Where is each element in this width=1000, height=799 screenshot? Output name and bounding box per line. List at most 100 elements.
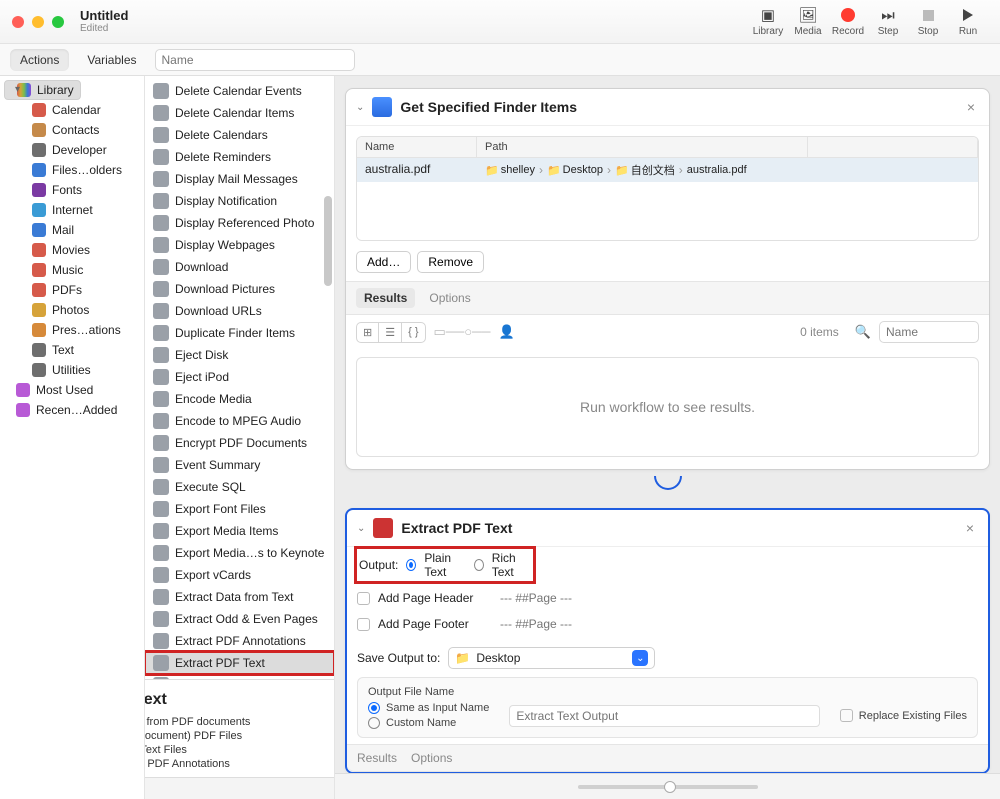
col-name[interactable]: Name [357,137,477,157]
sidebar-item-files-olders[interactable]: Files…olders [0,160,144,180]
action-item[interactable]: Event Summary [145,454,334,476]
zoom-icon[interactable] [52,16,64,28]
view-mode-segmented[interactable]: ⊞☰{ } [356,322,426,343]
sidebar-item-calendar[interactable]: Calendar [0,100,144,120]
tab-results[interactable]: Results [357,751,397,765]
table-row[interactable]: australia.pdf 📁 shelley › 📁 Desktop › 📁 … [357,158,978,182]
action-item[interactable]: Delete Calendar Events [145,80,334,102]
radio-same-as-input-name[interactable] [368,702,380,714]
step-toolbar-button[interactable]: ⏭Step [868,6,908,37]
checkbox-add-page-footer[interactable] [357,618,370,631]
close-icon[interactable] [12,16,24,28]
footer-template-input[interactable] [496,615,978,633]
action-item[interactable]: Eject iPod [145,366,334,388]
breadcrumb-segment[interactable]: 📁 自创文档 [615,162,675,178]
action-item[interactable]: Display Notification [145,190,334,212]
breadcrumb-segment[interactable]: 📁 shelley [485,164,535,177]
tab-options[interactable]: Options [429,291,470,305]
action-item[interactable]: Delete Reminders [145,146,334,168]
sidebar-item-most-used[interactable]: Most Used [0,380,144,400]
items-count: 0 items [800,325,839,339]
sidebar-item-photos[interactable]: Photos [0,300,144,320]
user-icon[interactable]: 👤 [498,324,514,340]
sidebar-item-pdfs[interactable]: PDFs [0,280,144,300]
sidebar-header-library[interactable]: Library [4,80,81,100]
action-icon [153,193,169,209]
header-template-input[interactable] [496,589,978,607]
sidebar-item-developer[interactable]: Developer [0,140,144,160]
action-item[interactable]: Encode to MPEG Audio [145,410,334,432]
action-item[interactable]: Display Mail Messages [145,168,334,190]
action-item[interactable]: Export Media Items [145,520,334,542]
action-item[interactable]: Duplicate Finder Items [145,322,334,344]
sidebar-item-music[interactable]: Music [0,260,144,280]
record-toolbar-button[interactable]: Record [828,6,868,37]
tab-variables[interactable]: Variables [77,49,146,71]
checkbox-replace-existing[interactable] [840,709,853,722]
tab-actions[interactable]: Actions [10,49,69,71]
action-item[interactable]: Encode Media [145,388,334,410]
action-icon [153,149,169,165]
radio-rich-text[interactable] [474,559,484,571]
action-icon [153,611,169,627]
save-location-select[interactable]: 📁 Desktop ⌄ [448,647,655,669]
action-item[interactable]: Export vCards [145,564,334,586]
close-icon[interactable]: × [962,520,978,536]
action-item[interactable]: Execute SQL [145,476,334,498]
col-path[interactable]: Path [477,137,808,157]
action-item[interactable]: Download [145,256,334,278]
items-table: Name Path australia.pdf 📁 shelley › 📁 De… [356,136,979,241]
window-title: Untitled [80,9,128,23]
action-item[interactable]: Display Webpages [145,234,334,256]
sidebar-item-utilities[interactable]: Utilities [0,360,144,380]
breadcrumb-segment[interactable]: 📁 Desktop [547,164,603,177]
title-bar: Untitled Edited ▣Library 🖼Media Record ⏭… [0,0,1000,44]
slider-icon[interactable]: ▭──○── [434,324,491,340]
run-toolbar-button[interactable]: Run [948,6,988,37]
minimize-icon[interactable] [32,16,44,28]
sidebar-item-internet[interactable]: Internet [0,200,144,220]
radio-custom-name[interactable] [368,717,380,729]
tab-options[interactable]: Options [411,751,452,765]
sidebar-item-movies[interactable]: Movies [0,240,144,260]
category-icon [32,163,46,177]
add-button[interactable]: Add… [356,251,411,273]
action-item[interactable]: Extract Odd & Even Pages [145,608,334,630]
action-item[interactable]: Extract PDF Annotations [145,630,334,652]
action-item[interactable]: Export Media…s to Keynote [145,542,334,564]
custom-name-input[interactable] [509,705,819,727]
sidebar-item-pres-ations[interactable]: Pres…ations [0,320,144,340]
sidebar-item-mail[interactable]: Mail [0,220,144,240]
stop-toolbar-button[interactable]: Stop [908,6,948,37]
category-icon [32,303,46,317]
action-item[interactable]: Extract Data from Text [145,586,334,608]
search-input[interactable] [155,49,355,71]
radio-plain-text[interactable] [406,559,416,571]
sidebar-item-text[interactable]: Text [0,340,144,360]
sidebar-item-recen-added[interactable]: Recen…Added [0,400,144,420]
sidebar-item-contacts[interactable]: Contacts [0,120,144,140]
close-icon[interactable]: × [963,99,979,115]
action-item[interactable]: Encrypt PDF Documents [145,432,334,454]
results-search-input[interactable] [879,321,979,343]
checkbox-add-page-header[interactable] [357,592,370,605]
tab-results[interactable]: Results [356,288,415,308]
scrollbar-thumb[interactable] [324,196,332,286]
action-item[interactable]: Extract PDF Text [145,652,334,674]
action-item[interactable]: Delete Calendar Items [145,102,334,124]
zoom-slider[interactable] [578,785,758,789]
remove-button[interactable]: Remove [417,251,484,273]
action-item[interactable]: Eject Disk [145,344,334,366]
sidebar-item-fonts[interactable]: Fonts [0,180,144,200]
chevron-down-icon[interactable]: ⌄ [357,523,365,534]
action-item[interactable]: Download Pictures [145,278,334,300]
action-item[interactable]: Export Font Files [145,498,334,520]
media-toolbar-button[interactable]: 🖼Media [788,6,828,37]
action-item[interactable]: Display Referenced Photo [145,212,334,234]
action-item[interactable]: Download URLs [145,300,334,322]
action-item[interactable]: Delete Calendars [145,124,334,146]
action-icon [153,171,169,187]
library-toolbar-button[interactable]: ▣Library [748,6,788,37]
output-format-group: Output: Plain Text Rich Text [355,547,535,583]
chevron-down-icon[interactable]: ⌄ [356,102,364,113]
